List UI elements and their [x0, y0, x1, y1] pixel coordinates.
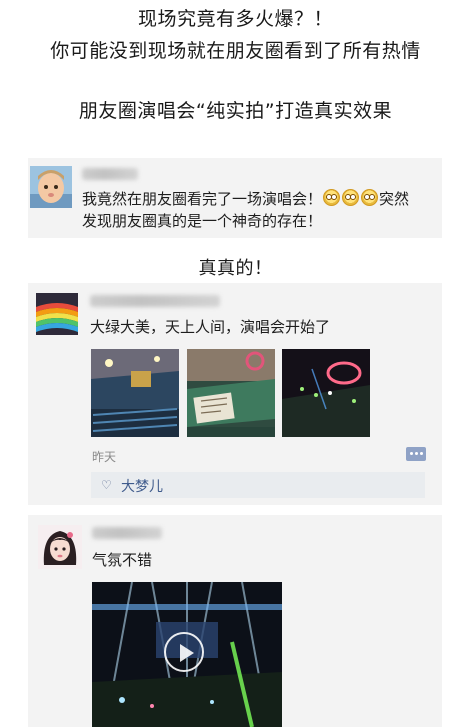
- moments-post-3: 气氛不错: [28, 515, 442, 727]
- headline-line-3: 朋友圈演唱会“纯实拍”打造真实效果: [78, 100, 393, 122]
- play-icon[interactable]: [164, 632, 204, 672]
- post-timestamp: 昨天: [92, 450, 117, 464]
- concert-video-thumbnail[interactable]: [92, 582, 282, 727]
- avatar[interactable]: [38, 525, 82, 569]
- liker-name[interactable]: 大梦儿: [121, 476, 163, 496]
- moments-post-1: 我竟然在朋友圈看完了一场演唱会！ 突然 发现朋友圈真的是一个神奇的存在！: [28, 158, 442, 238]
- avatar[interactable]: [30, 166, 72, 208]
- post-text: 大绿大美，天上人间，演唱会开始了: [90, 318, 331, 336]
- concert-photo-3[interactable]: [282, 349, 370, 437]
- concert-photo-2[interactable]: [187, 349, 275, 437]
- dizzy-face-icon: [323, 189, 341, 206]
- concert-photo-1[interactable]: [91, 349, 179, 437]
- dizzy-face-icon: [342, 189, 360, 206]
- dizzy-face-icon: [361, 189, 379, 206]
- blurred-username[interactable]: [82, 168, 138, 180]
- post-text-line-2: 发现朋友圈真的是一个神奇的存在！: [82, 212, 323, 230]
- moments-post-2: 大绿大美，天上人间，演唱会开始了 昨天 ♡ 大梦儿: [28, 283, 442, 505]
- post-text: 我竟然在朋友圈看完了一场演唱会！ 突然 发现朋友圈真的是一个神奇的存在！: [82, 188, 442, 232]
- blurred-username[interactable]: [90, 295, 220, 307]
- heart-outline-icon: ♡: [101, 478, 112, 492]
- caption: 真真的！: [198, 258, 273, 279]
- post-text-line-1: 我竟然在朋友圈看完了一场演唱会！: [82, 190, 323, 208]
- avatar[interactable]: [36, 293, 78, 335]
- comment-bubble-icon[interactable]: [406, 447, 426, 461]
- blurred-username[interactable]: [92, 527, 162, 539]
- post-text: 气氛不错: [92, 551, 153, 569]
- headline-line-2: 你可能没到现场就在朋友圈看到了所有热情: [50, 40, 421, 62]
- likes-bar: ♡ 大梦儿: [91, 472, 425, 498]
- post-text-line-1-tail: 突然: [379, 190, 410, 208]
- headline-line-1: 现场究竟有多火爆？！: [137, 8, 333, 30]
